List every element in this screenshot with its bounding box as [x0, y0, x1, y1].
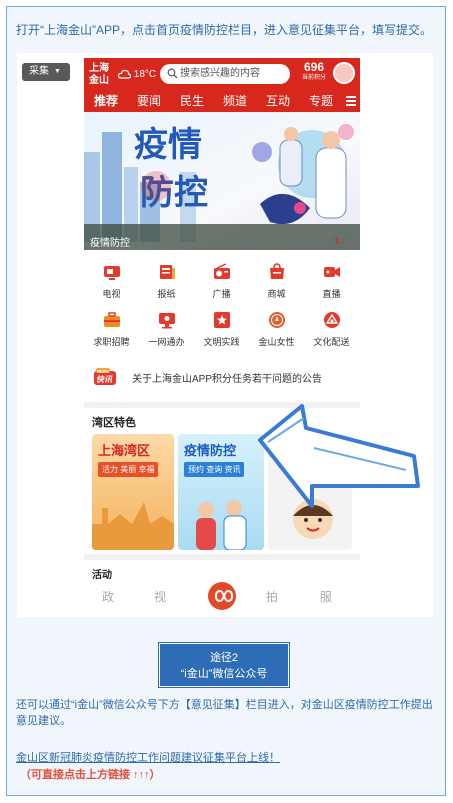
women-icon	[268, 312, 285, 328]
grid-item-newspaper[interactable]: 报纸	[139, 262, 194, 300]
tab-interact[interactable]: 互动	[266, 90, 290, 112]
grid-item-live[interactable]: 直播	[304, 262, 359, 300]
live-icon	[323, 267, 340, 277]
loop-icon	[214, 589, 234, 603]
app-logo: 上海 金山	[89, 63, 115, 87]
section-title: 湾区特色	[92, 417, 136, 429]
grid-label: 报纸	[157, 289, 176, 299]
tab-channel[interactable]: 频道	[223, 90, 247, 112]
route-2-title: 途径2	[209, 652, 239, 664]
star-icon	[213, 312, 230, 328]
banner-pager: 1/7	[334, 236, 345, 246]
service-icon	[158, 313, 175, 329]
logo-line-2: 金山	[89, 75, 109, 86]
card-epidemic[interactable]: 疫情防控 预约 查询 资讯	[178, 434, 264, 550]
news-badge-top: NEWS	[97, 370, 109, 374]
avatar[interactable]	[333, 62, 355, 84]
grid-item-culture[interactable]: 文化配送	[304, 310, 359, 348]
grid-label: 电视	[102, 289, 121, 299]
job-icon	[103, 312, 120, 327]
logo-line-1: 上海	[89, 63, 109, 74]
activity-title: 活动	[92, 570, 112, 581]
collect-label: 采集	[29, 66, 49, 77]
grid-label: 金山女性	[258, 337, 295, 347]
wechat-instructions: 还可以通过“i金山”微信公众号下方【意见征集】栏目进入，对金山区疫情防控工作提出…	[16, 699, 433, 727]
route-2-label: 途径2 “i金山”微信公众号	[158, 642, 290, 688]
notice-text: 关于上海金山APP积分任务若干问题的公告	[132, 374, 323, 385]
bottom-nav: 政 视 拍 服	[84, 582, 360, 612]
mall-icon	[269, 263, 284, 279]
divider	[84, 554, 360, 560]
culture-icon	[323, 312, 340, 328]
grid-label: 直播	[322, 289, 341, 299]
platform-link[interactable]: 金山区新冠肺炎疫情防控工作问题建议征集平台上线！	[16, 749, 280, 765]
weather-temp: 18°C	[133, 69, 157, 80]
pointer-arrow-icon	[258, 404, 420, 508]
channel-tabs: 推荐 要闻 民生 频道 互动 专题	[84, 90, 360, 112]
doctors-illustration	[196, 500, 247, 550]
banner-carousel[interactable]: 疫情 防控	[84, 112, 360, 250]
route-2-subtitle: “i金山”微信公众号	[180, 668, 268, 680]
tab-news[interactable]: 要闻	[137, 90, 161, 112]
tab-recommend[interactable]: 推荐	[94, 90, 118, 112]
card-title: 上海湾区	[98, 443, 151, 458]
grid-item-women[interactable]: 金山女性	[249, 310, 304, 348]
chevron-down-icon: ▼	[54, 68, 61, 75]
tab-topic[interactable]: 专题	[309, 90, 333, 112]
home-logo-button[interactable]	[208, 582, 236, 610]
grid-item-job[interactable]: 求职招聘	[84, 310, 139, 348]
collect-button[interactable]: 采集 ▼	[22, 63, 70, 81]
points-counter[interactable]: 696 当前积分	[296, 60, 332, 82]
card-subtitle: 预约 查询 资讯	[184, 462, 245, 477]
search-placeholder: 搜索感兴趣的内容	[180, 68, 260, 79]
grid-label: 文明实践	[203, 337, 240, 347]
nav-shoot[interactable]: 拍	[266, 588, 278, 605]
card-title: 疫情防控	[184, 443, 237, 458]
banner-title-1: 疫情	[134, 125, 202, 165]
radio-icon	[213, 263, 230, 279]
grid-label: 商城	[267, 289, 286, 299]
notice-bar[interactable]: NEWS 快讯 关于上海金山APP积分任务若干问题的公告	[84, 358, 360, 396]
weather: 18°C	[117, 69, 157, 80]
grid-label: 求职招聘	[93, 337, 130, 347]
search-icon	[167, 68, 178, 79]
grid-label: 文化配送	[313, 337, 350, 347]
card-shanghai-bay[interactable]: 上海湾区 活力 美丽 幸福	[92, 434, 174, 550]
news-badge-label: 快讯	[96, 375, 113, 384]
grid-label: 广播	[212, 289, 231, 299]
phone-screen: 上海 金山 18°C 搜索感兴趣的内容 696 当前积分 推荐 要闻 民生 频道…	[84, 58, 360, 612]
search-input[interactable]: 搜索感兴趣的内容	[160, 64, 290, 84]
points-value: 696	[303, 60, 325, 74]
menu-icon[interactable]	[346, 96, 356, 108]
nav-service[interactable]: 服	[320, 588, 332, 605]
tab-livelihood[interactable]: 民生	[180, 90, 204, 112]
nav-video[interactable]: 视	[154, 588, 166, 605]
click-hint: （可直接点击上方链接 ↑↑↑）	[20, 769, 161, 781]
card-subtitle: 活力 美丽 幸福	[98, 462, 159, 477]
intro-text: 打开“上海金山”APP，点击首页疫情防控栏目，进入意见征集平台，填写提交。	[16, 23, 433, 37]
cloud-icon	[117, 69, 132, 79]
grid-item-mall[interactable]: 商城	[249, 262, 304, 300]
grid-item-tv[interactable]: 电视	[84, 262, 139, 300]
newspaper-icon	[159, 265, 175, 279]
banner-page-total: /7	[339, 239, 345, 246]
grid-item-radio[interactable]: 广播	[194, 262, 249, 300]
banner-illustration: 疫情 防控	[84, 112, 360, 250]
grid-item-service[interactable]: 一网通办	[139, 310, 194, 348]
news-flash-icon: NEWS 快讯	[94, 368, 116, 385]
banner-caption: 疫情防控	[90, 238, 130, 249]
nav-politics[interactable]: 政	[102, 588, 114, 605]
grid-item-civilization[interactable]: 文明实践	[194, 310, 249, 348]
points-label: 当前积分	[301, 75, 326, 81]
bay-illustration	[92, 502, 174, 550]
tv-icon	[103, 266, 120, 280]
grid-label: 一网通办	[148, 337, 185, 347]
